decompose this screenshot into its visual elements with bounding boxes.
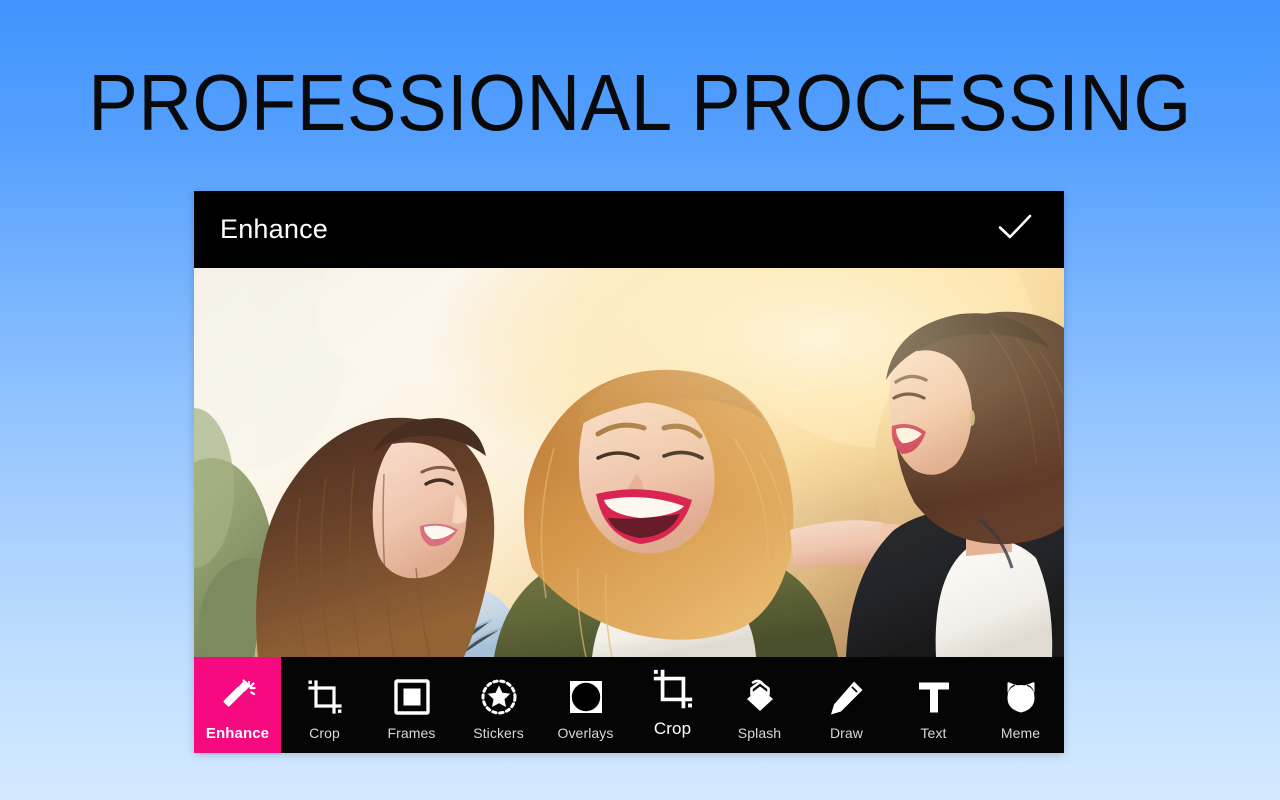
toolbar-label: Stickers	[473, 725, 524, 741]
page-title: PROFESSIONAL PROCESSING	[88, 58, 1192, 147]
app-screenshot-frame: Enhance Enhance Crop Frames Stickers Ove…	[194, 191, 1064, 753]
text-t-icon	[915, 674, 953, 720]
crop-icon	[306, 674, 344, 720]
toolbar-item-meme[interactable]: Meme	[977, 657, 1064, 753]
magic-wand-icon	[218, 674, 258, 720]
toolbar-item-stickers[interactable]: Stickers	[455, 657, 542, 753]
toolbar-item-draw[interactable]: Draw	[803, 657, 890, 753]
toolbar-item-crop-secondary[interactable]: Crop	[629, 657, 716, 753]
toolbar-item-text[interactable]: Text	[890, 657, 977, 753]
toolbar-label: Meme	[1000, 725, 1041, 741]
toolbar-item-enhance[interactable]: Enhance	[194, 657, 281, 753]
app-mode-title: Enhance	[220, 214, 328, 244]
paint-bucket-icon	[740, 674, 780, 720]
toolbar-item-frames[interactable]: Frames	[368, 657, 455, 753]
toolbar-item-splash[interactable]: Splash	[716, 657, 803, 753]
toolbar-label: Enhance	[205, 725, 270, 742]
toolbar-label: Crop	[309, 725, 340, 741]
sticker-star-icon	[480, 674, 518, 720]
toolbar-label: Text	[920, 725, 947, 741]
frame-icon	[393, 674, 431, 720]
check-icon	[998, 213, 1032, 246]
toolbar-item-crop[interactable]: Crop	[281, 657, 368, 753]
photo-preview[interactable]	[194, 268, 1064, 657]
pencil-icon	[828, 674, 866, 720]
app-top-bar: Enhance	[194, 191, 1064, 268]
toolbar-label: Draw	[829, 725, 864, 741]
toolbar-item-overlays[interactable]: Overlays	[542, 657, 629, 753]
editor-toolbar[interactable]: Enhance Crop Frames Stickers Overlays Cr…	[194, 657, 1064, 753]
toolbar-label: Overlays	[557, 725, 614, 741]
toolbar-label: Crop	[653, 719, 692, 738]
overlay-circle-icon	[567, 674, 605, 720]
crop-icon	[651, 663, 695, 715]
toolbar-label: Frames	[387, 725, 436, 741]
toolbar-label: Splash	[737, 725, 782, 741]
cat-face-icon	[1001, 674, 1041, 720]
confirm-button[interactable]	[992, 207, 1038, 253]
